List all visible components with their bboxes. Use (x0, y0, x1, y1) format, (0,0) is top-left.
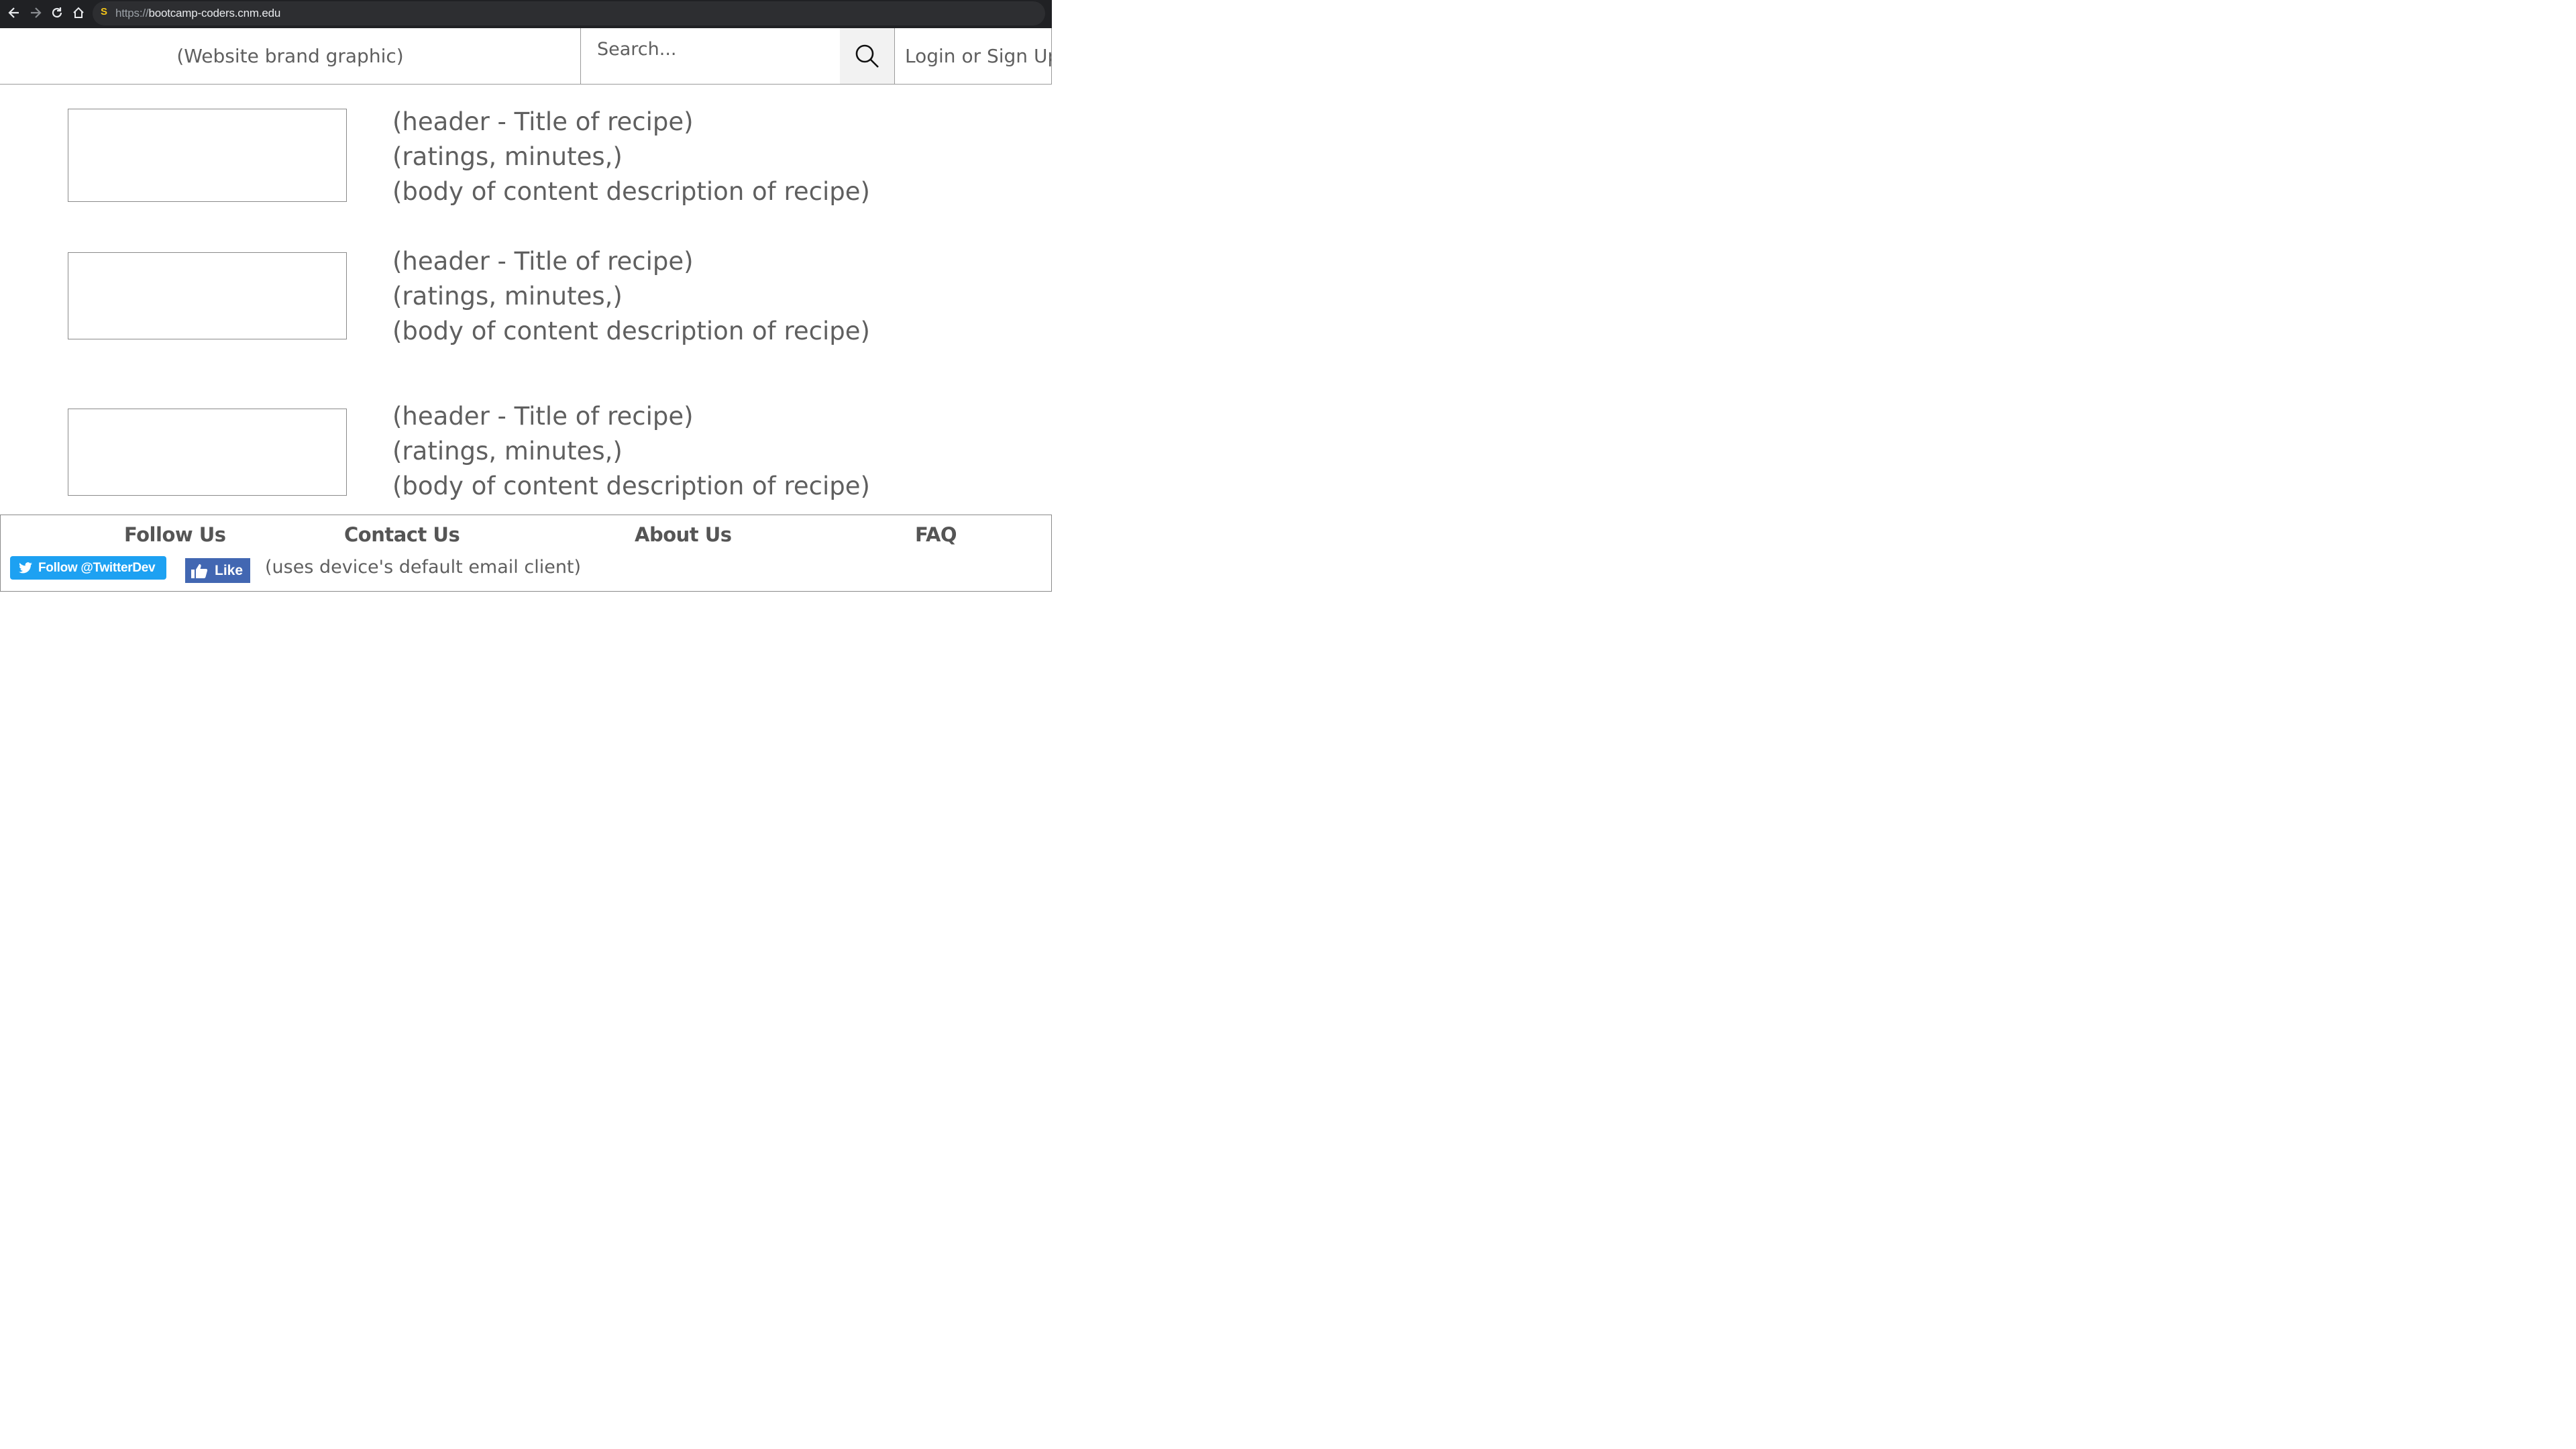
back-arrow-icon[interactable] (7, 3, 21, 23)
home-icon[interactable] (71, 3, 86, 23)
site-footer: Follow Us Contact Us About Us FAQ Follow… (0, 515, 1052, 592)
email-client-note: (uses device's default email client) (265, 557, 582, 578)
recipe-body: (body of content description of recipe) (392, 472, 870, 500)
recipe-image-placeholder[interactable] (68, 409, 347, 496)
url-text[interactable]: https://bootcamp-coders.cnm.edu (115, 7, 280, 20)
recipe-meta: (ratings, minutes,) (392, 282, 623, 311)
recipe-title[interactable]: (header - Title of recipe) (392, 105, 870, 140)
site-favicon-icon: S (101, 6, 108, 17)
about-us-link[interactable]: About Us (635, 523, 732, 546)
browser-toolbar: S https://bootcamp-coders.cnm.edu (0, 0, 1052, 28)
thumbs-up-icon (191, 564, 208, 578)
url-host: bootcamp-coders.cnm.edu (148, 7, 281, 19)
login-signup-link[interactable]: Login or Sign Up (896, 28, 1052, 84)
search-button[interactable] (840, 28, 895, 84)
address-bar[interactable]: S https://bootcamp-coders.cnm.edu (93, 1, 1045, 25)
search-icon (855, 44, 879, 68)
facebook-like-button[interactable]: Like (185, 558, 250, 583)
twitter-bird-icon (19, 561, 32, 573)
twitter-follow-label: Follow @TwitterDev (38, 560, 156, 575)
facebook-like-label: Like (215, 562, 244, 578)
contact-us-link[interactable]: Contact Us (344, 523, 460, 546)
recipe-title[interactable]: (header - Title of recipe) (392, 244, 870, 279)
site-header: (Website brand graphic) Login or Sign Up (0, 28, 1052, 85)
follow-us-heading: Follow Us (124, 523, 226, 546)
url-scheme: https:// (115, 7, 149, 19)
recipe-meta: (ratings, minutes,) (392, 437, 623, 466)
recipe-title[interactable]: (header - Title of recipe) (392, 399, 870, 434)
search-input[interactable] (582, 28, 840, 84)
recipe-image-placeholder[interactable] (68, 109, 347, 202)
forward-arrow-icon[interactable] (28, 3, 43, 23)
recipe-body: (body of content description of recipe) (392, 177, 870, 206)
recipe-image-placeholder[interactable] (68, 252, 347, 339)
recipe-body: (body of content description of recipe) (392, 317, 870, 345)
twitter-follow-button[interactable]: Follow @TwitterDev (10, 556, 166, 580)
reload-icon[interactable] (50, 3, 64, 23)
brand-graphic[interactable]: (Website brand graphic) (0, 28, 581, 84)
recipe-meta: (ratings, minutes,) (392, 142, 623, 171)
faq-link[interactable]: FAQ (915, 523, 957, 546)
